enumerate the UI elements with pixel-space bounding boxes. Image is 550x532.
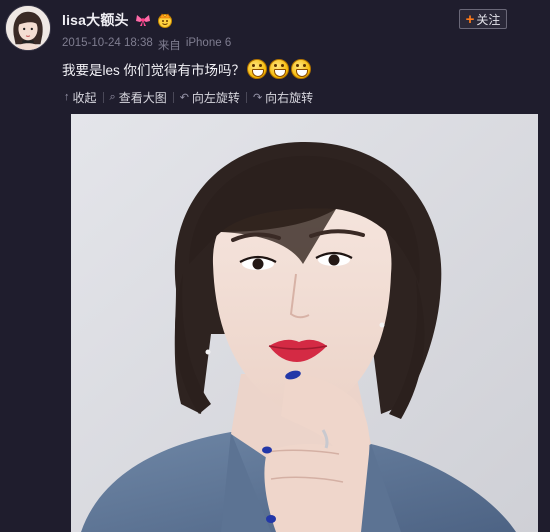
grin-emoji bbox=[269, 59, 290, 79]
post-photo[interactable] bbox=[71, 114, 538, 532]
image-toolbar: ↑ 收起 ⌕ 查看大图 ↶ 向左旋转 ↷ 向右旋转 bbox=[58, 88, 319, 106]
bow-icon[interactable] bbox=[135, 13, 151, 27]
rotate-right-button[interactable]: ↷ 向右旋转 bbox=[247, 89, 319, 106]
search-icon: ⌕ bbox=[109, 90, 116, 103]
avatar[interactable] bbox=[5, 5, 51, 51]
selfie-illustration bbox=[71, 114, 538, 532]
source-prefix: 来自 bbox=[157, 40, 181, 52]
user-line: lisa大额头 bbox=[62, 10, 173, 30]
post-meta: 2015-10-24 18:38 来自 iPhone 6 bbox=[62, 37, 231, 53]
rotate-right-label: 向右旋转 bbox=[265, 90, 314, 105]
follow-button[interactable]: + 关注 bbox=[459, 9, 507, 29]
view-large-button[interactable]: ⌕ 查看大图 bbox=[104, 89, 173, 106]
rotate-right-icon: ↷ bbox=[252, 91, 263, 104]
post-text: 我要是les 你们觉得有市场吗？ bbox=[62, 63, 246, 78]
rotate-left-label: 向左旋转 bbox=[191, 90, 240, 105]
grin-emoji bbox=[291, 59, 312, 79]
weibo-post: lisa大额头 + 关注 2015-10-24 18:38 来自 iPhone … bbox=[0, 0, 550, 532]
rotate-left-icon: ↶ bbox=[179, 91, 189, 104]
collapse-button[interactable]: ↑ 收起 bbox=[58, 89, 103, 106]
post-text-line: 我要是les 你们觉得有市场吗？ bbox=[62, 58, 312, 80]
follow-label: 关注 bbox=[476, 12, 501, 27]
rotate-left-button[interactable]: ↶ 向左旋转 bbox=[174, 89, 246, 106]
username[interactable]: lisa大额头 bbox=[62, 10, 129, 30]
source-device[interactable]: iPhone 6 bbox=[186, 37, 231, 53]
plus-icon: + bbox=[465, 10, 475, 28]
grin-emoji bbox=[247, 59, 268, 79]
collapse-icon: ↑ bbox=[64, 91, 70, 103]
crown-icon[interactable] bbox=[157, 12, 173, 28]
collapse-label: 收起 bbox=[72, 90, 97, 105]
post-date[interactable]: 2015-10-24 18:38 bbox=[62, 37, 153, 53]
view-large-label: 查看大图 bbox=[118, 90, 167, 105]
